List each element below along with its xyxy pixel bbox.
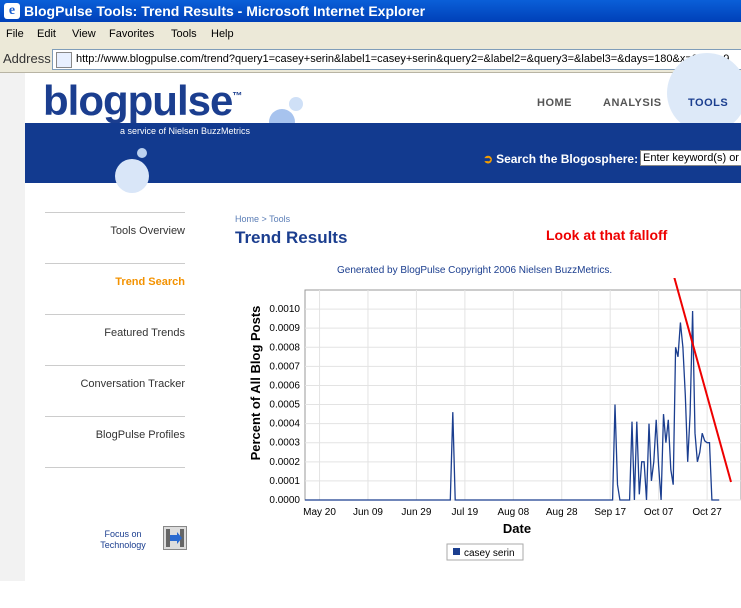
- y-tick-label: 0.0001: [269, 476, 300, 487]
- annotation-text: Look at that falloff: [546, 227, 668, 243]
- blogpulse-page: blogpulse™ HOME ANALYSIS TOOLS a service…: [25, 53, 741, 581]
- plot-frame: [304, 289, 741, 501]
- decor-bubble: [137, 148, 147, 158]
- y-tick-label: 0.0000: [269, 495, 300, 506]
- y-tick-label: 0.0005: [269, 400, 300, 411]
- blogpulse-logo[interactable]: blogpulse™: [43, 77, 242, 125]
- nav-analysis[interactable]: ANALYSIS: [603, 97, 662, 109]
- menu-file[interactable]: File: [6, 28, 24, 40]
- decor-bubble: [289, 97, 303, 111]
- x-tick-label: Jun 09: [353, 507, 383, 518]
- menu-bar: File Edit View Favorites Tools Help: [0, 22, 741, 46]
- sidebar-item-label: Tools Overview: [110, 225, 185, 237]
- y-tick-label: 0.0003: [269, 438, 300, 449]
- menu-help[interactable]: Help: [211, 28, 234, 40]
- nav-tools[interactable]: TOOLS: [688, 97, 728, 109]
- breadcrumb[interactable]: Home > Tools: [235, 214, 290, 224]
- y-tick-label: 0.0004: [269, 419, 300, 430]
- menu-view[interactable]: View: [72, 28, 96, 40]
- chart-legend: casey serin: [446, 543, 524, 561]
- x-axis-label: Date: [503, 521, 531, 536]
- search-input[interactable]: Enter keyword(s) or: [640, 150, 741, 166]
- x-tick-label: May 20: [303, 507, 336, 518]
- y-axis-label: Percent of All Blog Posts: [248, 306, 263, 461]
- ie-logo-icon: e: [4, 3, 20, 19]
- y-tick-label: 0.0008: [269, 342, 300, 353]
- address-bar: Address http://www.blogpulse.com/trend?q…: [0, 46, 741, 73]
- y-tick-label: 0.0009: [269, 323, 300, 334]
- sidebar-item-tools-overview[interactable]: Tools Overview: [45, 212, 185, 263]
- x-tick-label: Jul 19: [452, 507, 479, 518]
- x-tick-label: Sep 17: [594, 507, 626, 518]
- page-icon: [56, 52, 72, 68]
- y-tick-label: 0.0010: [269, 304, 300, 315]
- x-axis: May 20 Jun 09 Jun 29 Jul 19 Aug 08 Aug 28 Sep …: [303, 507, 722, 518]
- chart-grid: [304, 289, 741, 501]
- site-header: blogpulse™ HOME ANALYSIS TOOLS: [25, 53, 741, 135]
- legend-swatch: [453, 548, 460, 555]
- x-tick-label: Aug 08: [497, 507, 529, 518]
- address-label: Address: [3, 51, 51, 66]
- menu-edit[interactable]: Edit: [37, 28, 56, 40]
- chart-caption: Generated by BlogPulse Copyright 2006 Ni…: [337, 265, 613, 276]
- tagline: a service of Nielsen BuzzMetrics: [120, 126, 251, 136]
- decor-bubble: [115, 159, 149, 193]
- legend-label: casey serin: [464, 548, 515, 559]
- nav-home[interactable]: HOME: [537, 97, 572, 109]
- menu-tools[interactable]: Tools: [171, 28, 197, 40]
- logo-trademark: ™: [232, 91, 242, 102]
- x-tick-label: Oct 07: [644, 507, 674, 518]
- series-line-casey-serin: [305, 310, 720, 501]
- browser-viewport: blogpulse™ HOME ANALYSIS TOOLS a service…: [0, 53, 741, 581]
- y-tick-label: 0.0007: [269, 361, 300, 372]
- address-input[interactable]: http://www.blogpulse.com/trend?query1=ca…: [52, 49, 741, 70]
- page-title: Trend Results: [235, 228, 348, 247]
- header-band: a service of Nielsen BuzzMetrics ➲ Search…: [25, 123, 741, 193]
- y-axis: 0.0000 0.0001 0.0002 0.0003 0.0004 0.0005 0.00…: [269, 304, 300, 506]
- arrow-icon: ➲: [483, 152, 494, 166]
- x-tick-label: Jun 29: [401, 507, 431, 518]
- y-tick-label: 0.0006: [269, 380, 300, 391]
- address-url: http://www.blogpulse.com/trend?query1=ca…: [76, 53, 730, 65]
- y-tick-label: 0.0002: [269, 457, 300, 468]
- x-tick-label: Aug 28: [546, 507, 578, 518]
- window-title: BlogPulse Tools: Trend Results - Microso…: [24, 3, 426, 19]
- decor-bubble: [667, 53, 741, 133]
- trend-chart: 0.0000 0.0001 0.0002 0.0003 0.0004 0.0005 0.00…: [248, 278, 741, 561]
- menu-favorites[interactable]: Favorites: [109, 28, 154, 40]
- search-label: ➲ Search the Blogosphere:: [483, 152, 638, 166]
- logo-text: blogpulse: [43, 77, 233, 124]
- x-tick-label: Oct 27: [692, 507, 722, 518]
- window-titlebar: e BlogPulse Tools: Trend Results - Micro…: [0, 0, 741, 22]
- search-label-text: Search the Blogosphere:: [496, 152, 639, 166]
